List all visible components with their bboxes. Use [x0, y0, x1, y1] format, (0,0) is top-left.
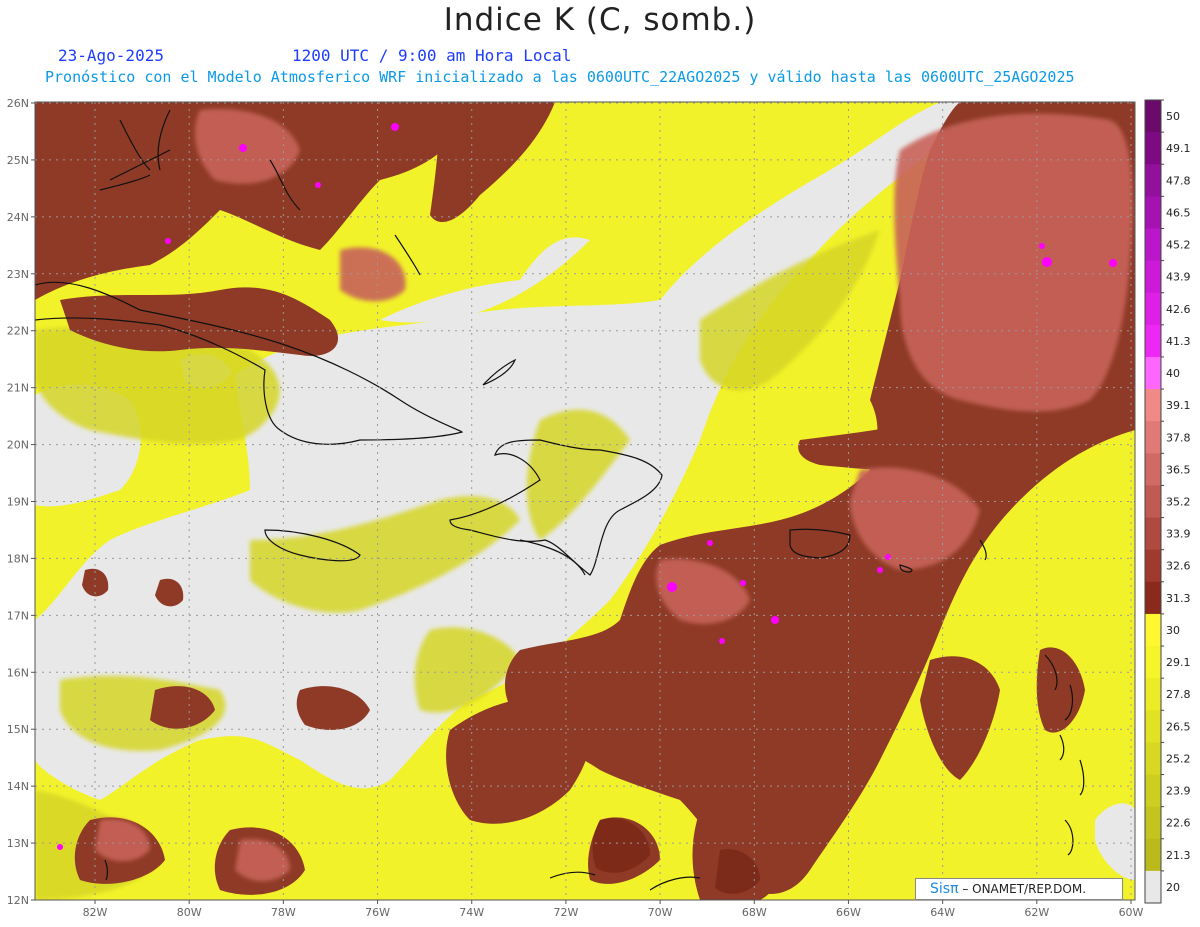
lon-label: 60W [1119, 906, 1144, 919]
colorbar-label: 46.5 [1166, 206, 1191, 219]
colorbar-swatch [1145, 132, 1161, 165]
lat-label: 13N [7, 837, 29, 850]
colorbar-swatch [1145, 164, 1161, 197]
brand-logo: Sisπ [930, 881, 959, 897]
lat-label: 23N [7, 268, 29, 281]
k-index-field [35, 102, 1135, 900]
lon-label: 72W [553, 906, 578, 919]
colorbar-label: 22.6 [1166, 817, 1191, 830]
lat-label: 22N [7, 325, 29, 338]
colorbar-label: 25.2 [1166, 752, 1191, 765]
colorbar-swatch [1145, 646, 1161, 679]
colorbar-label: 47.8 [1166, 174, 1191, 187]
colorbar-label: 42.6 [1166, 303, 1191, 316]
colorbar-label: 45.2 [1166, 239, 1191, 252]
colorbar-label: 41.3 [1166, 335, 1191, 348]
lat-label: 17N [7, 609, 29, 622]
colorbar-swatch [1145, 613, 1161, 647]
lat-label: 20N [7, 439, 29, 452]
colorbar-swatch [1145, 742, 1161, 776]
colorbar-swatch [1145, 260, 1161, 294]
colorbar-swatch [1145, 485, 1161, 519]
colorbar-swatch [1145, 774, 1161, 808]
credit-box: Sisπ – ONAMET/REP.DOM. [915, 878, 1123, 900]
lon-label: 68W [742, 906, 767, 919]
colorbar-label: 43.9 [1166, 271, 1191, 284]
colorbar-swatch [1145, 324, 1161, 358]
colorbar-swatch [1145, 870, 1161, 904]
colorbar: 50 49.1 47.8 46.5 45.2 43.9 42.6 41.3 40 39.1 37.8… [1144, 99, 1191, 904]
lat-label: 12N [7, 894, 29, 907]
colorbar-swatch [1145, 421, 1161, 454]
colorbar-label: 29.1 [1166, 656, 1191, 669]
colorbar-swatch [1145, 838, 1161, 872]
colorbar-swatch [1145, 581, 1161, 615]
colorbar-label: 31.3 [1166, 592, 1191, 605]
colorbar-label: 40 [1166, 367, 1180, 380]
colorbar-swatch [1145, 228, 1161, 262]
colorbar-label: 23.9 [1166, 785, 1191, 798]
colorbar-swatch [1145, 356, 1161, 390]
colorbar-label: 50 [1166, 110, 1180, 123]
colorbar-swatch [1145, 292, 1161, 326]
colorbar-label: 49.1 [1166, 142, 1191, 155]
lon-label: 66W [836, 906, 861, 919]
lat-label: 25N [7, 154, 29, 167]
lat-label: 19N [7, 496, 29, 509]
lon-label: 62W [1024, 906, 1049, 919]
colorbar-label: 30 [1166, 624, 1180, 637]
lon-label: 74W [459, 906, 484, 919]
colorbar-label: 32.6 [1166, 560, 1191, 573]
colorbar-label: 36.5 [1166, 463, 1191, 476]
lat-label: 24N [7, 211, 29, 224]
colorbar-swatch [1145, 710, 1161, 743]
colorbar-swatch [1145, 517, 1161, 551]
colorbar-swatch [1145, 389, 1161, 422]
lat-label: 18N [7, 552, 29, 565]
colorbar-swatch [1145, 196, 1161, 229]
colorbar-swatch [1145, 806, 1161, 840]
colorbar-label: 35.2 [1166, 496, 1191, 509]
longitude-axis: 82W 80W 78W 76W 74W 72W 70W 68W 66W 64W 62W 60W [83, 906, 1144, 919]
lon-label: 64W [930, 906, 955, 919]
lon-label: 76W [365, 906, 390, 919]
lon-label: 70W [648, 906, 673, 919]
colorbar-label: 27.8 [1166, 688, 1191, 701]
colorbar-label: 39.1 [1166, 399, 1191, 412]
colorbar-swatch [1145, 678, 1161, 711]
lon-label: 80W [177, 906, 202, 919]
lon-label: 82W [83, 906, 108, 919]
colorbar-swatch [1145, 100, 1161, 133]
colorbar-swatch [1145, 453, 1161, 486]
lat-label: 14N [7, 780, 29, 793]
colorbar-swatch [1145, 549, 1161, 583]
map-figure: 26N 25N 24N 23N 22N 21N 20N 19N 18N 17N 16N 15N 14N 1… [7, 97, 1191, 919]
lat-label: 26N [7, 97, 29, 110]
lon-label: 78W [271, 906, 296, 919]
credit-text: – ONAMET/REP.DOM. [958, 882, 1087, 896]
colorbar-label: 33.9 [1166, 528, 1191, 541]
lat-label: 15N [7, 723, 29, 736]
colorbar-label: 20 [1166, 881, 1180, 894]
colorbar-label: 26.5 [1166, 720, 1191, 733]
colorbar-label: 37.8 [1166, 431, 1191, 444]
latitude-axis: 26N 25N 24N 23N 22N 21N 20N 19N 18N 17N 16N 15N 14N 1… [7, 97, 29, 907]
colorbar-label: 21.3 [1166, 849, 1191, 862]
lat-label: 21N [7, 382, 29, 395]
lat-label: 16N [7, 666, 29, 679]
